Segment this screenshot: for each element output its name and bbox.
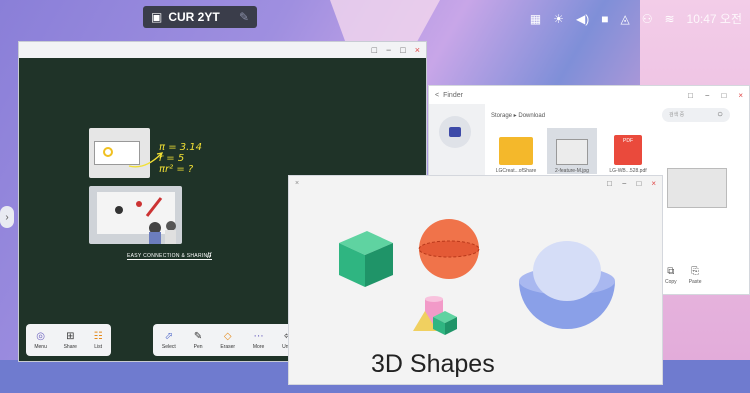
left-edge-handle[interactable]: › xyxy=(0,206,14,228)
brightness-icon[interactable]: ☀ xyxy=(553,12,564,26)
finder-title: Finder xyxy=(443,91,463,99)
caption-text: EASY CONNECTION & SHARING xyxy=(127,253,212,260)
menu-icon: ◎ xyxy=(36,330,45,342)
maximize-button[interactable]: □ xyxy=(721,91,726,100)
pen-icon: ✎ xyxy=(193,330,203,342)
more-button[interactable]: ⋯ More xyxy=(253,331,264,350)
whiteboard-image-2[interactable] xyxy=(89,186,182,244)
pen-button[interactable]: ✎ Pen xyxy=(194,331,203,350)
select-icon: ⬀ xyxy=(164,330,174,342)
file-item[interactable]: LGCreat...ofShare xyxy=(491,128,541,174)
window-mode-icon[interactable]: □ xyxy=(607,179,612,188)
shapes-caption: 3D Shapes xyxy=(371,350,495,378)
minimize-button[interactable]: − xyxy=(622,179,627,188)
menu-button[interactable]: ◎ Menu xyxy=(34,331,47,350)
file-item[interactable]: 2-feature-M.jpg xyxy=(547,128,597,174)
file-grid: LGCreat...ofShare 2-feature-M.jpg PDF LG… xyxy=(491,128,653,174)
formula-annotation: π = 3.14 r = 5 πr² = ? xyxy=(159,142,203,175)
close-button[interactable]: × xyxy=(415,45,420,55)
window-mode-icon[interactable]: □ xyxy=(688,91,693,100)
close-small-button[interactable]: × xyxy=(295,180,299,187)
minimize-button[interactable]: − xyxy=(386,45,391,55)
small-shapes-group xyxy=(413,296,457,335)
whiteboard-titlebar: □ − □ × xyxy=(19,42,426,58)
image-file-icon xyxy=(556,139,588,165)
paste-icon: ⎘ xyxy=(691,266,700,277)
file-preview[interactable] xyxy=(667,168,727,208)
volume-icon[interactable]: ◀) xyxy=(576,12,589,26)
status-bar: ▦ ☀ ◀) ■ ◬ ⚇ ≋ 10:47 오전 xyxy=(530,10,742,27)
eraser-icon: ◇ xyxy=(223,330,232,342)
clock: 10:47 오전 xyxy=(686,12,742,26)
list-button[interactable]: ☷ List xyxy=(94,331,103,350)
breadcrumb[interactable]: Storage ▸ Download xyxy=(491,112,545,119)
search-icon[interactable]: ○ xyxy=(717,109,723,120)
sphere-shape xyxy=(418,219,480,279)
copy-button[interactable]: ⧉ Copy xyxy=(665,266,677,285)
shapes-illustration xyxy=(339,219,615,335)
pdf-icon: PDF xyxy=(614,135,642,165)
network-icon[interactable]: ⚇ xyxy=(642,12,653,26)
list-icon: ☷ xyxy=(93,330,103,342)
more-icon: ⋯ xyxy=(253,330,264,342)
drive-icon xyxy=(449,127,461,137)
whiteboard-toolbar-right: ⬀ Select ✎ Pen ◇ Eraser ⋯ More ⇦ Undo xyxy=(153,324,303,356)
whiteboard-toolbar-left: ◎ Menu ⊞ Share ☷ List xyxy=(26,324,111,356)
storage-drive-button[interactable] xyxy=(439,116,471,148)
camera-label: CUR 2YT xyxy=(168,10,220,24)
eraser-button[interactable]: ◇ Eraser xyxy=(220,331,235,350)
folder-icon xyxy=(499,137,533,165)
file-item[interactable]: PDF LG-WB...528.pdf xyxy=(603,128,653,174)
pen-icon[interactable]: ✎ xyxy=(239,10,249,24)
triangle-icon[interactable]: ◬ xyxy=(620,12,629,26)
finder-actions: ⧉ Copy ⎘ Paste xyxy=(665,266,701,285)
maximize-button[interactable]: □ xyxy=(400,45,405,55)
finder-titlebar: < Finder □ − □ × xyxy=(429,86,749,104)
camera-icon: ▣ xyxy=(151,10,163,24)
window-mode-icon[interactable]: □ xyxy=(372,45,377,55)
camera-pill[interactable]: ▣ CUR 2YT ✎ xyxy=(143,6,257,28)
shapes-window[interactable]: × □ − □ × 3D Shapes xyxy=(288,175,663,385)
camera-icon[interactable]: ■ xyxy=(601,12,608,26)
back-button[interactable]: < xyxy=(435,92,439,99)
share-icon: ⊞ xyxy=(66,330,75,342)
share-button[interactable]: ⊞ Share xyxy=(64,331,77,350)
paste-button[interactable]: ⎘ Paste xyxy=(689,266,702,285)
cube-shape xyxy=(339,231,393,287)
select-button[interactable]: ⬀ Select xyxy=(162,331,176,350)
close-button[interactable]: × xyxy=(738,91,743,100)
copy-icon: ⧉ xyxy=(667,266,675,277)
wifi-icon[interactable]: ≋ xyxy=(664,12,674,26)
dome-shape xyxy=(519,241,615,329)
close-button[interactable]: × xyxy=(651,179,656,188)
minimize-button[interactable]: − xyxy=(705,91,710,100)
screen-icon[interactable]: ▦ xyxy=(530,12,541,26)
shapes-titlebar: × □ − □ × xyxy=(289,176,662,191)
maximize-button[interactable]: □ xyxy=(636,179,641,188)
